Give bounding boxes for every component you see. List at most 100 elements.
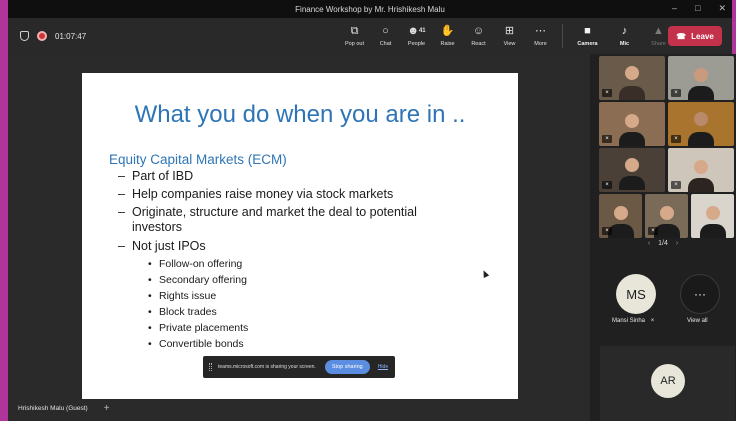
maximize-icon[interactable]: □ [695,3,700,14]
mic-off-icon: × [671,135,681,143]
mic-off-icon: × [648,227,658,235]
pop-out-button[interactable]: ⧉ Pop out [339,18,370,54]
more-label: More [534,40,547,47]
camera-button[interactable]: ■ Camera [569,18,606,54]
people-label: People [407,40,426,47]
mic-off-icon: × [602,89,612,97]
view-button[interactable]: ⊞ View [494,18,525,54]
raise-hand-button[interactable]: ✋ Raise [432,18,463,54]
title-bar: Finance Workshop by Mr. Hrishikesh Malu … [8,0,732,18]
share-icon: ▲ [653,25,664,37]
participant-video[interactable]: × [668,56,734,100]
bullet-level2: • Follow-on offering [148,258,243,270]
mic-off-icon: × [671,181,681,189]
grid-icon: ⊞ [504,25,515,37]
phone-hangup-icon: ☎ [676,31,687,41]
leave-label: Leave [691,31,714,41]
chevron-right-icon[interactable]: › [676,240,678,247]
mic-off-icon: × [602,227,612,235]
slide-heading: Equity Capital Markets (ECM) [109,152,287,167]
share-message: teams.microsoft.com is sharing your scre… [218,364,316,370]
avatar[interactable]: MS [616,274,656,314]
leave-button[interactable]: ☎ Leave [668,26,722,46]
view-all-label: View all [687,318,708,324]
share-label: Share [651,40,666,47]
participant-tile[interactable]: AR [600,346,735,421]
people-button[interactable]: ☻ 41 People [401,18,432,54]
mic-label: Mic [619,40,630,47]
bullet-level1: – Part of IBD [118,169,194,183]
mic-off-icon: × [650,318,655,324]
camera-off-icon: ■ [584,25,591,37]
more-icon: ⋯ [535,25,546,37]
participant-gallery: × × × × × × × × ‹ 1/4 › MS Mansi Sinha ×… [590,54,736,421]
participant-video[interactable]: × [645,194,688,238]
window-controls: – □ ✕ [672,3,726,14]
participant-video[interactable] [691,194,734,238]
stop-sharing-button[interactable]: Stop sharing [324,360,370,374]
toolbar-divider [562,24,563,48]
bullet-level1: – Not just IPOs [118,239,206,253]
bullet-level1-continuation: investors [132,220,183,234]
page-indicator: 1/4 [658,240,668,247]
screen-share-bar: teams.microsoft.com is sharing your scre… [203,356,395,378]
participant-name-caption: Mansi Sinha × [612,318,655,324]
bullet-level2: • Convertible bonds [148,338,244,350]
participant-video[interactable]: × [668,148,734,192]
participant-video[interactable]: × [599,56,665,100]
hide-share-bar-link[interactable]: Hide [378,364,388,370]
call-timer: 01:07:47 [55,31,87,41]
bullet-level2: • Block trades [148,306,217,318]
people-count: 41 [418,28,426,34]
call-status: 01:07:47 [20,31,86,41]
drag-handle-icon[interactable] [209,363,212,371]
raise-label: Raise [440,40,455,47]
view-all-button[interactable]: ··· [680,274,720,314]
chat-label: Chat [379,40,392,47]
participant-video[interactable]: × [599,148,665,192]
teams-window: Finance Workshop by Mr. Hrishikesh Malu … [8,0,736,421]
view-label: View [503,40,516,47]
bullet-level1: – Help companies raise money via stock ma… [118,187,394,201]
participant-video[interactable]: × [599,102,665,146]
chat-icon: ○ [382,25,389,37]
presenter-label: Hrishikesh Malu (Guest) + [18,403,110,414]
presenter-name: Hrishikesh Malu (Guest) [18,405,88,412]
mic-button[interactable]: ♪ Mic [606,18,643,54]
hand-icon: ✋ [440,25,455,37]
bullet-level2: • Rights issue [148,290,217,302]
chevron-left-icon[interactable]: ‹ [648,240,650,247]
window-title: Finance Workshop by Mr. Hrishikesh Malu [295,4,445,14]
camera-label: Camera [577,40,598,47]
gallery-pager: ‹ 1/4 › [590,240,736,247]
participant-video[interactable]: × [599,194,642,238]
smiley-icon: ☺ [472,25,485,37]
slide-body: Equity Capital Markets (ECM) – Part of IB… [109,152,509,352]
pop-out-icon: ⧉ [350,25,359,37]
shield-icon [20,31,29,41]
more-button[interactable]: ⋯ More [525,18,556,54]
close-icon[interactable]: ✕ [718,3,726,14]
participant-video[interactable]: × [668,102,734,146]
mic-off-icon: × [671,89,681,97]
avatar: AR [651,364,685,398]
bullet-level1: – Originate, structure and market the dea… [118,205,417,219]
shared-screen-stage: What you do when you are in .. Equity Ca… [8,54,590,421]
mic-off-icon: × [602,135,612,143]
slide-title: What you do when you are in .. [134,101,466,128]
people-icon: ☻ 41 [407,25,426,37]
presentation-slide: What you do when you are in .. Equity Ca… [82,73,518,399]
mic-off-icon: ♪ [621,25,628,37]
plus-icon[interactable]: + [104,403,110,414]
bullet-level2: • Secondary offering [148,274,247,286]
mic-off-icon: × [602,181,612,189]
react-label: React [471,40,486,47]
react-button[interactable]: ☺ React [463,18,494,54]
recording-icon [37,31,47,41]
bullet-level2: • Private placements [148,322,249,334]
meeting-toolbar: 01:07:47 ⧉ Pop out ○ Chat ☻ 41 People ✋ R… [8,18,732,54]
pop-out-label: Pop out [345,40,364,47]
chat-button[interactable]: ○ Chat [370,18,401,54]
toolbar-actions: ⧉ Pop out ○ Chat ☻ 41 People ✋ Raise ☺ Re… [339,18,674,54]
minimize-icon[interactable]: – [672,3,677,14]
